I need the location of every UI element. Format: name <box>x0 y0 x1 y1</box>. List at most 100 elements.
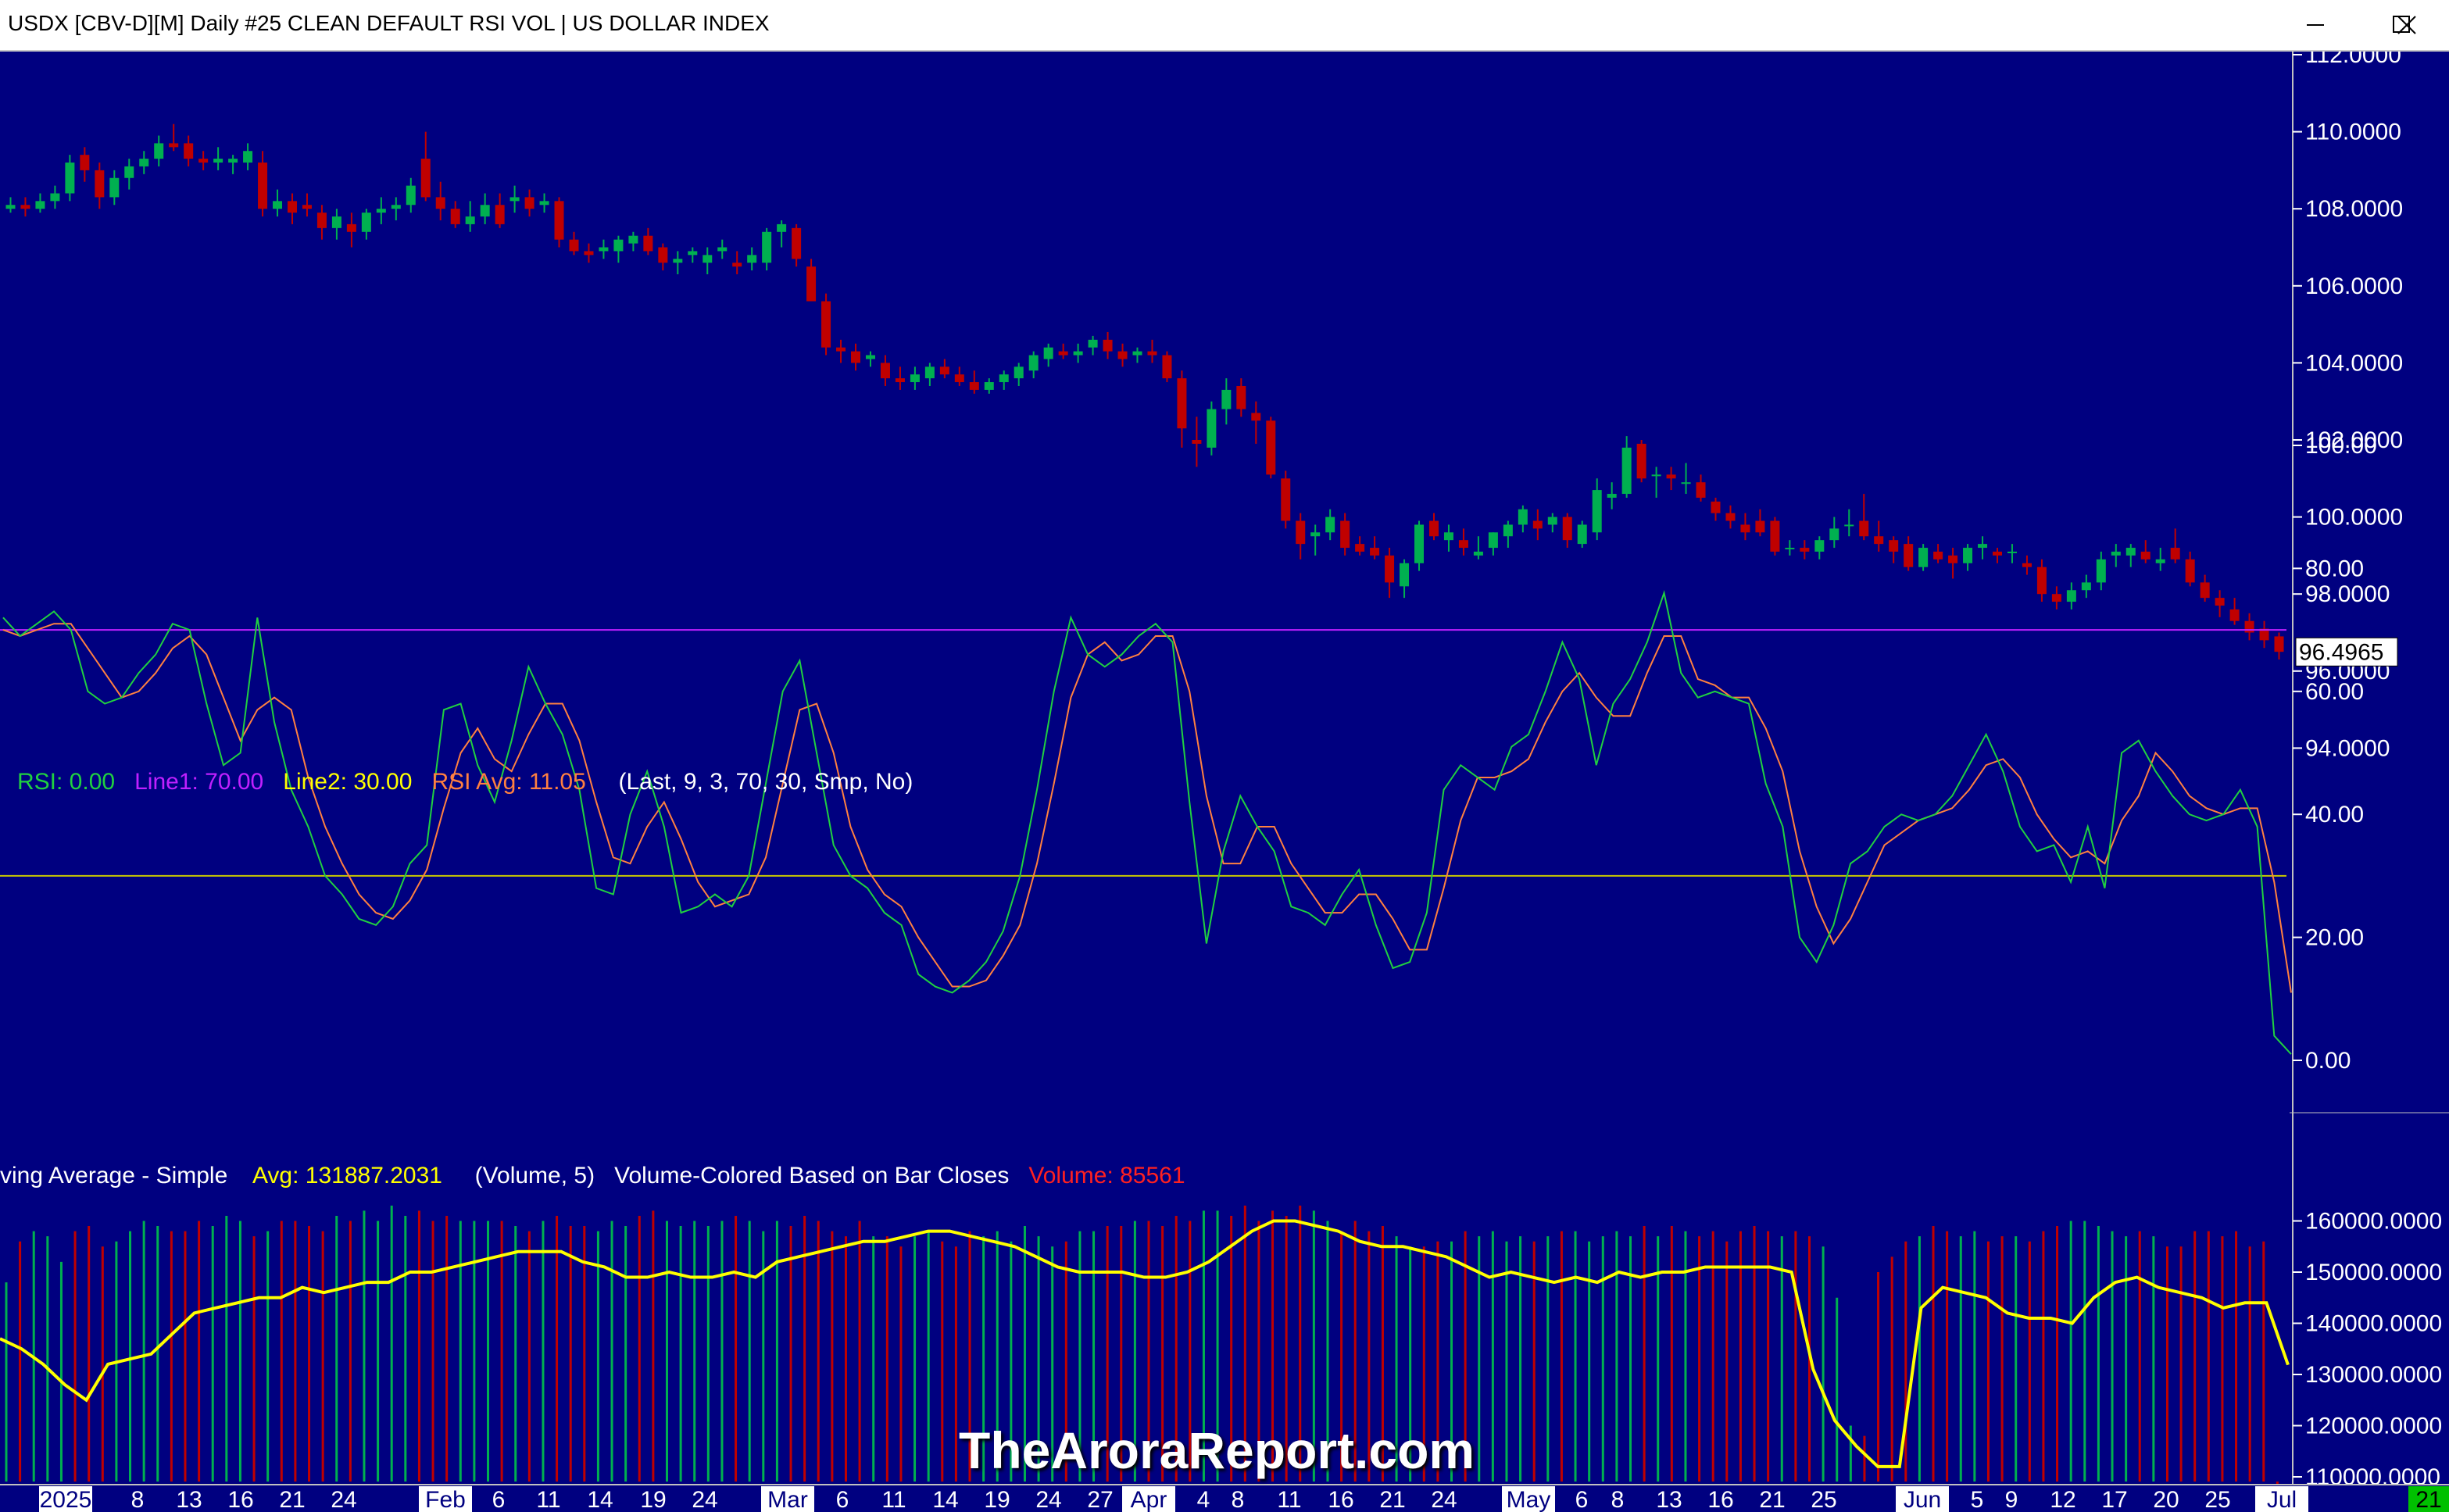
candle-body <box>5 205 16 209</box>
candle-body <box>1192 440 1202 444</box>
rsi-tick-label: 20.00 <box>2305 925 2364 951</box>
volume-tick-label: 140000.0000 <box>2305 1311 2442 1337</box>
candle-body <box>554 201 564 240</box>
candle-body <box>1073 351 1083 356</box>
price-tick-label: 112.0000 <box>2305 52 2401 68</box>
candle-body <box>939 366 949 375</box>
candle-body <box>1162 355 1172 379</box>
candle-body <box>1043 347 1053 359</box>
candle-body <box>1948 555 1958 563</box>
volume-legend-desc: Volume-Colored Based on Bar Closes <box>614 1163 1010 1189</box>
candle-body <box>584 251 594 256</box>
candle-body <box>1340 520 1350 549</box>
candle-body <box>1236 385 1246 409</box>
x-axis-label: 16 <box>1328 1487 1353 1512</box>
candle-body <box>198 159 209 163</box>
volume-tick-label: 120000.0000 <box>2305 1414 2442 1439</box>
candle-body <box>895 378 905 383</box>
candle-body <box>1859 520 1869 537</box>
x-axis-month-label: May <box>1507 1487 1551 1512</box>
rsi-legend-line2: Line2: 30.00 <box>283 769 413 795</box>
x-axis-label: 21 <box>1759 1487 1785 1512</box>
candle-body <box>1117 351 1128 359</box>
x-axis-corner-label: 21 <box>2415 1487 2441 1512</box>
candle-body <box>673 259 683 263</box>
candle-body <box>792 227 802 259</box>
candle-body <box>569 239 579 252</box>
x-axis-label: 25 <box>1811 1487 1836 1512</box>
price-tick-label: 110.0000 <box>2305 120 2401 145</box>
minimize-button[interactable] <box>2272 0 2358 50</box>
price-tick-label: 104.0000 <box>2305 350 2403 376</box>
candle-body <box>1473 551 1483 556</box>
candle-body <box>509 197 520 202</box>
x-axis-label: 11 <box>881 1487 906 1512</box>
candle-body <box>717 247 728 252</box>
candle-body <box>1978 544 1988 549</box>
candle-body <box>924 366 935 379</box>
candle-body <box>984 382 994 390</box>
candle-body <box>1488 532 1498 549</box>
candle-body <box>2096 559 2106 583</box>
candle-body <box>1993 551 2003 556</box>
candle-body <box>495 205 505 224</box>
candle-body <box>450 209 460 224</box>
candle-body <box>1028 355 1039 371</box>
watermark: TheAroraReport.com <box>959 1421 1475 1479</box>
close-button[interactable] <box>2363 0 2449 50</box>
candle-body <box>732 263 742 267</box>
candle-body <box>480 205 490 217</box>
rsi-legend-line1: Line1: 70.00 <box>134 769 264 795</box>
volume-legend-params: (Volume, 5) <box>474 1163 595 1189</box>
x-axis-label: 20 <box>2153 1487 2179 1512</box>
candle-body <box>1370 548 1380 556</box>
candle-body <box>1251 413 1261 421</box>
x-axis-label: 17 <box>2101 1487 2127 1512</box>
candle-body <box>836 347 846 352</box>
candle-body <box>20 205 30 209</box>
candle-body <box>851 351 861 363</box>
candle-body <box>1844 524 1854 527</box>
x-axis-label: 27 <box>1087 1487 1113 1512</box>
candle-body <box>213 159 223 163</box>
candle-body <box>703 255 713 263</box>
candle-body <box>273 201 283 209</box>
candle-body <box>2229 609 2240 621</box>
candle-body <box>865 355 875 359</box>
candle-body <box>2066 590 2076 602</box>
candle-body <box>1770 520 1780 552</box>
x-axis-label: 12 <box>2050 1487 2075 1512</box>
x-axis-label: 6 <box>1575 1487 1589 1512</box>
candle-body <box>747 255 757 263</box>
candle-body <box>1933 551 1943 559</box>
candle-body <box>420 159 431 198</box>
candle-body <box>539 201 549 206</box>
candle-body <box>1310 532 1321 537</box>
x-axis-label: 13 <box>1656 1487 1682 1512</box>
rsi-tick-label: 60.00 <box>2305 679 2364 705</box>
candle-body <box>406 185 416 206</box>
candle-body <box>80 155 90 170</box>
candle-body <box>643 235 653 252</box>
candle-body <box>910 374 920 383</box>
candle-body <box>35 201 45 209</box>
candle-body <box>2185 559 2195 583</box>
candle-body <box>65 163 75 194</box>
candle-body <box>50 193 60 202</box>
price-tick-label: 100.0000 <box>2305 505 2403 531</box>
candle-body <box>2274 636 2284 652</box>
candle-body <box>1414 524 1425 563</box>
candle-body <box>1904 544 1914 567</box>
candle-body <box>2244 620 2254 633</box>
candle-body <box>1325 517 1335 533</box>
rsi-tick-label: 100.00 <box>2305 433 2377 459</box>
x-axis-label: 4 <box>1197 1487 1210 1512</box>
candle-body <box>1503 524 1513 537</box>
candle-body <box>1651 474 1661 477</box>
candle-body <box>1740 524 1750 533</box>
candle-body <box>2140 551 2150 559</box>
candle-body <box>1711 501 1721 513</box>
candle-body <box>1385 555 1395 583</box>
price-tick-label: 98.0000 <box>2305 581 2390 607</box>
rsi-legend-params: (Last, 9, 3, 70, 30, Smp, No) <box>618 769 913 795</box>
